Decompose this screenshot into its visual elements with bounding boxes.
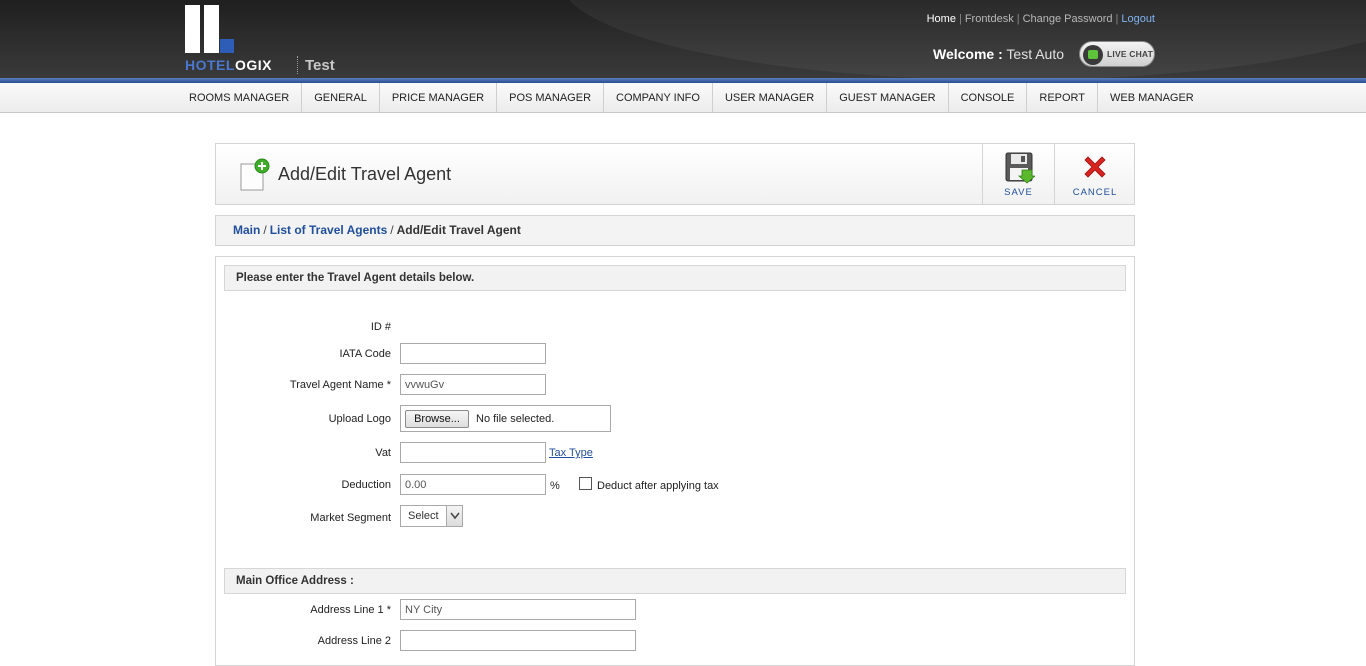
address-line1-input[interactable] (400, 599, 636, 620)
logo-file-input[interactable]: Browse... No file selected. (400, 405, 611, 432)
live-chat-label: LIVE CHAT (1107, 49, 1154, 59)
welcome-message: Welcome : Test Auto (933, 46, 1064, 62)
address-line2-input[interactable] (400, 630, 636, 651)
address-section-heading: Main Office Address : (224, 568, 1126, 594)
close-icon (1084, 156, 1106, 178)
main-nav: ROOMS MANAGER GENERAL PRICE MANAGER POS … (0, 83, 1366, 113)
link-separator: | (1115, 13, 1119, 25)
address-line2-label: Address Line 2 (317, 635, 391, 647)
user-name: Test Auto (1006, 46, 1064, 62)
breadcrumb-current: Add/Edit Travel Agent (396, 223, 521, 237)
iata-code-label: IATA Code (339, 348, 391, 360)
breadcrumb: Main / List of Travel Agents / Add/Edit Trav… (215, 215, 1135, 246)
welcome-label: Welcome : (933, 46, 1003, 62)
no-file-text: No file selected. (476, 413, 555, 425)
deduct-after-tax-checkbox[interactable] (579, 477, 592, 490)
nav-price-manager[interactable]: PRICE MANAGER (380, 83, 498, 113)
nav-general[interactable]: GENERAL (302, 83, 380, 113)
nav-user-manager[interactable]: USER MANAGER (713, 83, 828, 113)
travel-agent-name-label: Travel Agent Name * (289, 379, 391, 391)
upload-logo-label: Upload Logo (328, 413, 391, 425)
property-name: Test (305, 57, 335, 74)
chevron-down-icon (446, 506, 462, 526)
logo-divider (297, 56, 298, 74)
live-chat-button[interactable]: LIVE CHAT (1079, 41, 1155, 67)
app-header: HOTELOGIX Test Home | Frontdesk | Change Pas… (0, 0, 1366, 78)
header-swoosh (560, 0, 1366, 78)
deduction-input[interactable] (400, 474, 546, 495)
deduction-label: Deduction (341, 479, 391, 491)
breadcrumb-list-link[interactable]: List of Travel Agents (270, 223, 388, 237)
home-link[interactable]: Home (927, 13, 956, 25)
nav-console[interactable]: CONSOLE (949, 83, 1028, 113)
floppy-disk-icon (1005, 152, 1035, 184)
logout-link[interactable]: Logout (1121, 13, 1155, 25)
market-segment-label: Market Segment (310, 512, 391, 524)
cancel-button[interactable]: CANCEL (1054, 144, 1135, 204)
id-label: ID # (370, 321, 391, 333)
frontdesk-link[interactable]: Frontdesk (965, 13, 1014, 25)
percent-sign: % (550, 480, 560, 492)
link-separator: | (1016, 13, 1020, 25)
nav-report[interactable]: REPORT (1027, 83, 1099, 113)
vat-input[interactable] (400, 442, 546, 463)
address-line1-label: Address Line 1 * (310, 604, 391, 616)
nav-web-manager[interactable]: WEB MANAGER (1098, 83, 1206, 113)
add-document-icon (239, 158, 270, 192)
nav-pos-manager[interactable]: POS MANAGER (497, 83, 605, 113)
deduct-after-tax-label: Deduct after applying tax (597, 480, 719, 492)
tax-type-link[interactable]: Tax Type (549, 447, 593, 459)
nav-guest-manager[interactable]: GUEST MANAGER (827, 83, 949, 113)
logo-wordmark: HOTELOGIX (185, 57, 272, 73)
cancel-label: CANCEL (1072, 187, 1118, 198)
market-segment-select[interactable]: Select (400, 505, 463, 527)
breadcrumb-separator: / (263, 223, 267, 237)
market-segment-value: Select (408, 510, 439, 522)
nav-rooms-manager[interactable]: ROOMS MANAGER (177, 83, 303, 113)
nav-company-info[interactable]: COMPANY INFO (604, 83, 713, 113)
page-title: Add/Edit Travel Agent (278, 164, 452, 184)
breadcrumb-main-link[interactable]: Main (233, 223, 260, 237)
hotelogix-logo-icon (185, 5, 235, 53)
save-button[interactable]: SAVE (982, 144, 1054, 204)
chat-bubble-icon (1083, 45, 1103, 65)
vat-label: Vat (375, 447, 391, 459)
change-password-link[interactable]: Change Password (1023, 13, 1113, 25)
details-section-heading: Please enter the Travel Agent details be… (224, 265, 1126, 291)
save-label: SAVE (1004, 187, 1033, 198)
browse-button[interactable]: Browse... (405, 410, 469, 428)
breadcrumb-separator: / (390, 223, 394, 237)
page-title-panel: Add/Edit Travel Agent SAVE CANCEL (215, 143, 1135, 205)
link-separator: | (958, 13, 962, 25)
travel-agent-form: Please enter the Travel Agent details be… (215, 256, 1135, 666)
iata-code-input[interactable] (400, 343, 546, 364)
travel-agent-name-input[interactable] (400, 374, 546, 395)
top-links: Home | Frontdesk | Change Password | Logout (927, 13, 1155, 25)
